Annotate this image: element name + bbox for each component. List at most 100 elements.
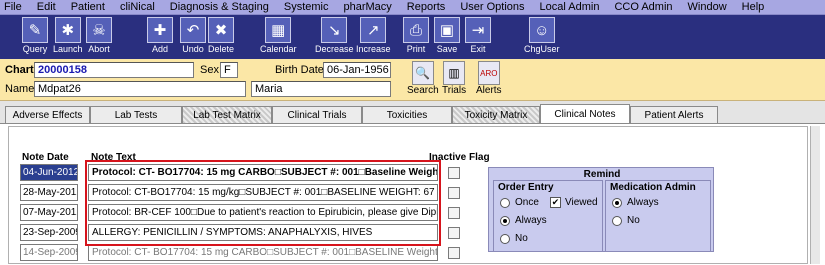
scrollbar[interactable] [810, 126, 820, 264]
radio-icon [500, 197, 510, 208]
tab-patient-alerts[interactable]: Patient Alerts [630, 106, 718, 123]
save-button[interactable]: ▣ Save [434, 16, 460, 58]
patient-header: Chart 20000158 Sex F Birth Date 06-Jan-1… [0, 59, 825, 101]
order-entry-group: Order Entry Once ✔ Viewed Always No [493, 180, 603, 252]
inactive-flag-checkbox[interactable] [448, 167, 460, 179]
menu-user-options[interactable]: User Options [460, 1, 524, 13]
menu-cco-admin[interactable]: CCO Admin [614, 1, 672, 13]
last-name-field[interactable]: Mdpat26 [34, 81, 246, 97]
note-text-header: Note Text [91, 152, 136, 163]
delete-icon: ✖ [208, 17, 234, 43]
note-text-field[interactable]: Protocol: BR-CEF 100□Due to patient's re… [88, 204, 438, 221]
launch-icon: ✱ [54, 17, 81, 43]
order-entry-title: Order Entry [498, 182, 554, 193]
change-user-button[interactable]: ☺ ChgUser [524, 16, 560, 58]
sex-field[interactable]: F [220, 62, 238, 78]
search-icon: 🔍 [411, 61, 434, 85]
note-text-field[interactable]: ALLERGY: PENICILLIN / SYMPTOMS: ANAPHALY… [88, 224, 438, 241]
abort-button[interactable]: ☠ Abort [86, 16, 112, 58]
exit-button[interactable]: ⇥ Exit [465, 16, 491, 58]
abort-icon: ☠ [86, 17, 112, 43]
inactive-flag-checkbox[interactable] [448, 247, 460, 259]
name-label: Name [5, 83, 35, 95]
increase-icon: ↗ [360, 17, 387, 43]
calendar-icon: ▦ [265, 17, 292, 43]
add-button[interactable]: ✚ Add [147, 16, 173, 58]
tab-clinical-notes[interactable]: Clinical Notes [540, 104, 630, 124]
medication-admin-group: Medication Admin Always No [605, 180, 711, 252]
menu-systemic[interactable]: Systemic [284, 1, 329, 13]
query-button[interactable]: ✎ Query [22, 16, 48, 58]
tab-lab-test-matrix[interactable]: Lab Test Matrix [182, 106, 272, 123]
note-text-field[interactable]: Protocol: CT-BO17704: 15 mg/kg□SUBJECT #… [88, 184, 438, 201]
increase-button[interactable]: ↗ Increase [356, 16, 391, 58]
menu-pharmacy[interactable]: pharMacy [343, 1, 391, 13]
checkbox-icon: ✔ [550, 197, 561, 208]
add-icon: ✚ [147, 17, 173, 43]
order-entry-viewed-option[interactable]: ✔ Viewed [550, 197, 598, 208]
inactive-flag-checkbox[interactable] [448, 207, 460, 219]
menu-help[interactable]: Help [742, 1, 765, 13]
trials-button[interactable]: ▥ Trials [442, 61, 466, 97]
order-entry-once-option[interactable]: Once [500, 197, 539, 208]
menu-patient[interactable]: Patient [71, 1, 105, 13]
remind-title: Remind [583, 169, 621, 180]
menu-clinical[interactable]: cliNical [120, 1, 155, 13]
inactive-flag-checkbox[interactable] [448, 187, 460, 199]
launch-button[interactable]: ✱ Launch [53, 16, 83, 58]
tab-toxicity-matrix[interactable]: Toxicity Matrix [452, 106, 540, 123]
menu-diagnosis-staging[interactable]: Diagnosis & Staging [170, 1, 269, 13]
first-name-field[interactable]: Maria [251, 81, 391, 97]
note-date-header: Note Date [22, 152, 69, 163]
birth-date-field[interactable]: 06-Jan-1956 [323, 62, 391, 78]
radio-icon [500, 233, 510, 244]
menu-edit[interactable]: Edit [37, 1, 56, 13]
medication-admin-always-option[interactable]: Always [612, 197, 659, 208]
calendar-button[interactable]: ▦ Calendar [260, 16, 297, 58]
trials-icon: ▥ [443, 61, 466, 85]
query-icon: ✎ [22, 17, 48, 43]
note-date-field[interactable]: 14-Sep-2009 [20, 244, 78, 261]
medication-admin-title: Medication Admin [610, 182, 696, 193]
inactive-flag-checkbox[interactable] [448, 227, 460, 239]
decrease-icon: ↘ [321, 17, 348, 43]
medication-admin-no-option[interactable]: No [612, 215, 640, 226]
birth-date-label: Birth Date [275, 64, 324, 76]
menu-window[interactable]: Window [688, 1, 727, 13]
note-date-field[interactable]: 04-Jun-2012 [20, 164, 78, 181]
note-date-field[interactable]: 07-May-2012 [20, 204, 78, 221]
menu-reports[interactable]: Reports [407, 1, 446, 13]
note-date-field[interactable]: 28-May-2012 [20, 184, 78, 201]
note-text-field[interactable]: Protocol: CT- BO17704: 15 mg CARBO□SUBJE… [88, 244, 438, 261]
save-icon: ▣ [434, 17, 460, 43]
alerts-button[interactable]: ARO Alerts [476, 61, 502, 97]
remind-panel: Remind Order Entry Once ✔ Viewed Always N… [488, 167, 714, 252]
tab-bar: Adverse Effects Lab Tests Lab Test Matri… [0, 101, 825, 124]
radio-icon [500, 215, 510, 226]
note-text-field[interactable]: Protocol: CT- BO17704: 15 mg CARBO□SUBJE… [88, 164, 438, 181]
order-entry-no-option[interactable]: No [500, 233, 528, 244]
menu-local-admin[interactable]: Local Admin [540, 1, 600, 13]
undo-button[interactable]: ↶ Undo [180, 16, 206, 58]
inactive-flag-header: Inactive Flag [429, 152, 490, 163]
undo-icon: ↶ [180, 17, 206, 43]
tab-adverse-effects[interactable]: Adverse Effects [5, 106, 90, 123]
tab-lab-tests[interactable]: Lab Tests [90, 106, 182, 123]
radio-icon [612, 215, 622, 226]
change-user-icon: ☺ [528, 17, 555, 43]
radio-icon [612, 197, 622, 208]
search-button[interactable]: 🔍 Search [407, 61, 439, 97]
delete-button[interactable]: ✖ Delete [208, 16, 234, 58]
tab-clinical-trials[interactable]: Clinical Trials [272, 106, 362, 123]
exit-icon: ⇥ [465, 17, 491, 43]
sex-label: Sex [200, 64, 219, 76]
order-entry-always-option[interactable]: Always [500, 215, 547, 226]
decrease-button[interactable]: ↘ Decrease [315, 16, 354, 58]
toolbar: ✎ Query ✱ Launch ☠ Abort ✚ Add ↶ Undo ✖ Delete… [0, 15, 825, 59]
menu-file[interactable]: File [4, 1, 22, 13]
tab-toxicities[interactable]: Toxicities [362, 106, 452, 123]
chart-field[interactable]: 20000158 [34, 62, 194, 78]
print-icon: ⎙ [403, 17, 429, 43]
note-date-field[interactable]: 23-Sep-2009 [20, 224, 78, 241]
print-button[interactable]: ⎙ Print [403, 16, 429, 58]
